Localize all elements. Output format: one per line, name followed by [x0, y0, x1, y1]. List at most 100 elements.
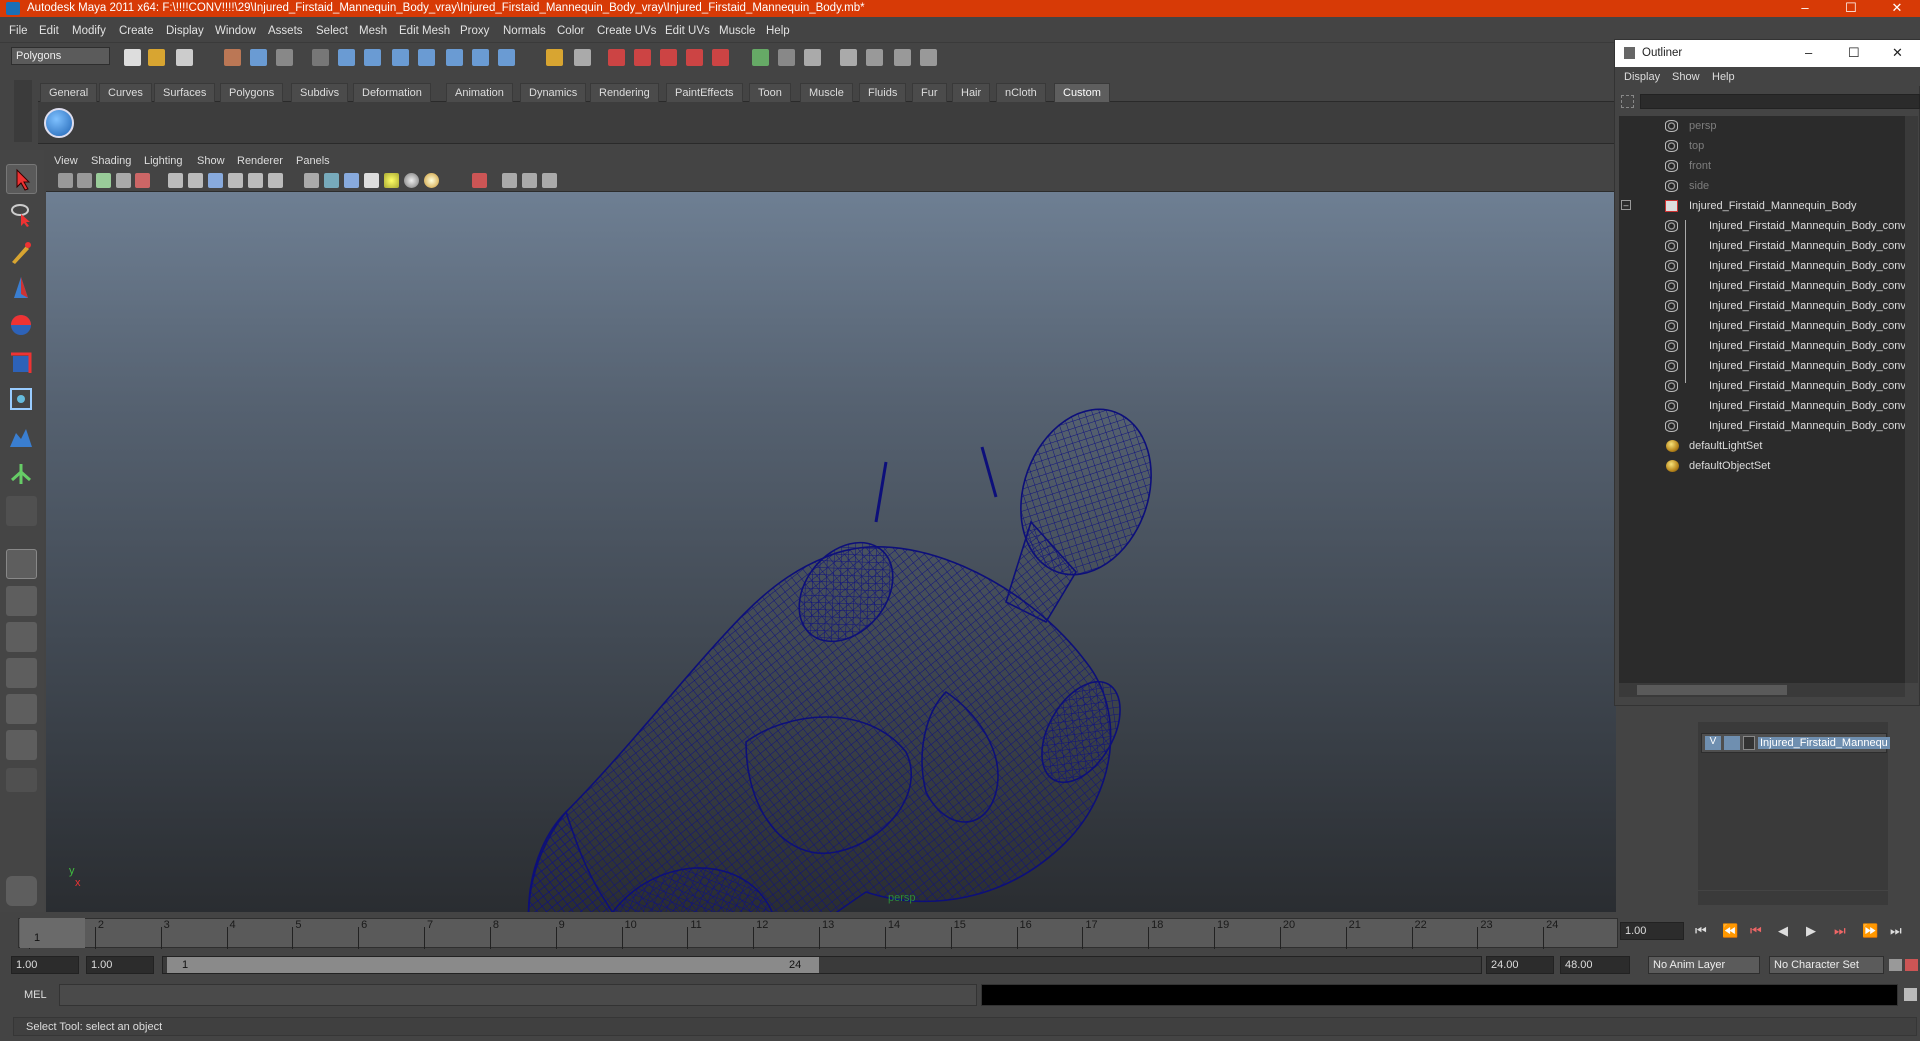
- outliner-item-side[interactable]: side: [1619, 176, 1905, 196]
- soft-mod-tool-icon[interactable]: [6, 423, 37, 453]
- tab-ncloth[interactable]: nCloth: [996, 83, 1046, 102]
- outliner-item-persp[interactable]: persp: [1619, 116, 1905, 136]
- menu-select[interactable]: Select: [316, 25, 348, 37]
- animation-preferences-icon[interactable]: [1905, 959, 1918, 971]
- menu-create[interactable]: Create: [119, 25, 154, 37]
- layer-playback-toggle[interactable]: [1724, 736, 1740, 750]
- outliner-child-item[interactable]: Injured_Firstaid_Mannequin_Body_conv: [1619, 236, 1906, 256]
- scale-tool-icon[interactable]: [6, 348, 37, 378]
- viewport-menu-renderer[interactable]: Renderer: [237, 155, 283, 167]
- field-chart-icon[interactable]: [228, 173, 243, 188]
- tab-custom[interactable]: Custom: [1054, 83, 1110, 102]
- resolution-gate-icon[interactable]: [188, 173, 203, 188]
- render-frame-icon[interactable]: [608, 49, 625, 66]
- outliner-child-item[interactable]: Injured_Firstaid_Mannequin_Body_conv: [1619, 356, 1906, 376]
- command-input[interactable]: [59, 984, 977, 1006]
- command-language-label[interactable]: MEL: [24, 989, 47, 1001]
- step-forward-key-icon[interactable]: ⏭: [1834, 923, 1846, 939]
- outliner-menu-show[interactable]: Show: [1672, 71, 1700, 83]
- tab-polygons[interactable]: Polygons: [220, 83, 284, 102]
- outliner-close-button[interactable]: ✕: [1892, 45, 1903, 61]
- outliner-menu-help[interactable]: Help: [1712, 71, 1735, 83]
- maximize-button[interactable]: ☐: [1828, 0, 1874, 17]
- hypershade-pane-layout-icon[interactable]: [6, 694, 37, 724]
- outliner-item-default-object-set[interactable]: defaultObjectSet: [1619, 456, 1905, 476]
- checkmark-shelf-icon[interactable]: [44, 108, 74, 138]
- go-to-start-icon[interactable]: ⏮: [1695, 923, 1707, 939]
- outliner-item-root[interactable]: – Injured_Firstaid_Mannequin_Body: [1619, 196, 1905, 216]
- menu-help[interactable]: Help: [766, 25, 790, 37]
- step-back-key-icon[interactable]: ⏮: [1750, 923, 1762, 939]
- render-settings-icon[interactable]: [660, 49, 677, 66]
- construction-icon[interactable]: [472, 49, 489, 66]
- end-time-field[interactable]: 48.00: [1560, 956, 1630, 974]
- outliner-item-top[interactable]: top: [1619, 136, 1905, 156]
- render-view-icon[interactable]: [712, 49, 729, 66]
- tab-fur[interactable]: Fur: [912, 83, 947, 102]
- key-icon[interactable]: [1889, 959, 1902, 971]
- tab-hair[interactable]: Hair: [952, 83, 991, 102]
- menu-assets[interactable]: Assets: [268, 25, 303, 37]
- play-forward-icon[interactable]: ▶: [1806, 923, 1816, 939]
- bookmarks-icon[interactable]: [96, 173, 111, 188]
- lock-icon[interactable]: [546, 49, 563, 66]
- menu-display[interactable]: Display: [166, 25, 204, 37]
- tab-deformation[interactable]: Deformation: [353, 83, 431, 102]
- outliner-child-item[interactable]: Injured_Firstaid_Mannequin_Body_conv: [1619, 316, 1906, 336]
- wireframe-on-shaded-icon[interactable]: [344, 173, 359, 188]
- tab-toon[interactable]: Toon: [749, 83, 791, 102]
- channel-box-icon[interactable]: [778, 49, 795, 66]
- layer-scrollbar[interactable]: [1698, 891, 1888, 905]
- current-frame-marker[interactable]: [20, 918, 85, 948]
- tab-surfaces[interactable]: Surfaces: [154, 83, 216, 102]
- safe-title-icon[interactable]: [268, 173, 283, 188]
- outliner-child-item[interactable]: Injured_Firstaid_Mannequin_Body_conv: [1619, 276, 1906, 296]
- snap-curve-icon[interactable]: [338, 49, 355, 66]
- end-playback-field[interactable]: 24.00: [1486, 956, 1554, 974]
- paint-select-tool-icon[interactable]: [6, 238, 37, 268]
- menu-normals[interactable]: Normals: [503, 25, 546, 37]
- help-question-icon[interactable]: [498, 49, 515, 66]
- textured-icon[interactable]: [364, 173, 379, 188]
- menu-file[interactable]: File: [9, 25, 28, 37]
- move-tool-icon[interactable]: [6, 274, 37, 304]
- image-plane-icon[interactable]: [116, 173, 131, 188]
- select-object-icon[interactable]: [250, 49, 267, 66]
- menu-mesh[interactable]: Mesh: [359, 25, 387, 37]
- perspective-viewport[interactable]: y x persp: [46, 192, 1616, 1041]
- menu-edit[interactable]: Edit: [39, 25, 59, 37]
- outliner-menu-display[interactable]: Display: [1624, 71, 1660, 83]
- viewport-menu-shading[interactable]: Shading: [91, 155, 131, 167]
- mode-selector[interactable]: Polygons: [11, 47, 110, 65]
- panel-layout-icon[interactable]: [894, 49, 911, 66]
- outliner-pane-layout-icon[interactable]: [6, 622, 37, 652]
- script-editor-icon[interactable]: [1904, 988, 1917, 1001]
- menu-modify[interactable]: Modify: [72, 25, 106, 37]
- open-scene-icon[interactable]: [148, 49, 165, 66]
- menu-proxy[interactable]: Proxy: [460, 25, 489, 37]
- menu-muscle[interactable]: Muscle: [719, 25, 755, 37]
- shadows-icon[interactable]: [424, 173, 439, 188]
- grid-icon[interactable]: [135, 173, 150, 188]
- outliner-child-item[interactable]: Injured_Firstaid_Mannequin_Body_conv: [1619, 396, 1906, 416]
- isolate-select-icon[interactable]: [472, 173, 487, 188]
- tab-curves[interactable]: Curves: [99, 83, 152, 102]
- xray-icon[interactable]: [502, 173, 517, 188]
- tab-muscle[interactable]: Muscle: [800, 83, 853, 102]
- menu-create-uvs[interactable]: Create UVs: [597, 25, 656, 37]
- viewport-menu-show[interactable]: Show: [197, 155, 225, 167]
- snap-live-icon[interactable]: [418, 49, 435, 66]
- brush-tool-icon[interactable]: [6, 876, 37, 906]
- tab-general[interactable]: General: [40, 83, 98, 102]
- menu-color[interactable]: Color: [557, 25, 584, 37]
- collapse-icon[interactable]: –: [1621, 200, 1631, 210]
- select-tool-icon[interactable]: [6, 164, 37, 194]
- scroll-thumb[interactable]: [1637, 685, 1787, 695]
- default-light-icon[interactable]: [384, 173, 399, 188]
- layer-color-swatch[interactable]: [1743, 736, 1755, 750]
- select-camera-icon[interactable]: [58, 173, 73, 188]
- current-time-field[interactable]: 1.00: [1620, 922, 1684, 940]
- outliner-child-item[interactable]: Injured_Firstaid_Mannequin_Body_conv: [1619, 256, 1906, 276]
- history-icon[interactable]: [446, 49, 463, 66]
- xray-joints-icon[interactable]: [522, 173, 537, 188]
